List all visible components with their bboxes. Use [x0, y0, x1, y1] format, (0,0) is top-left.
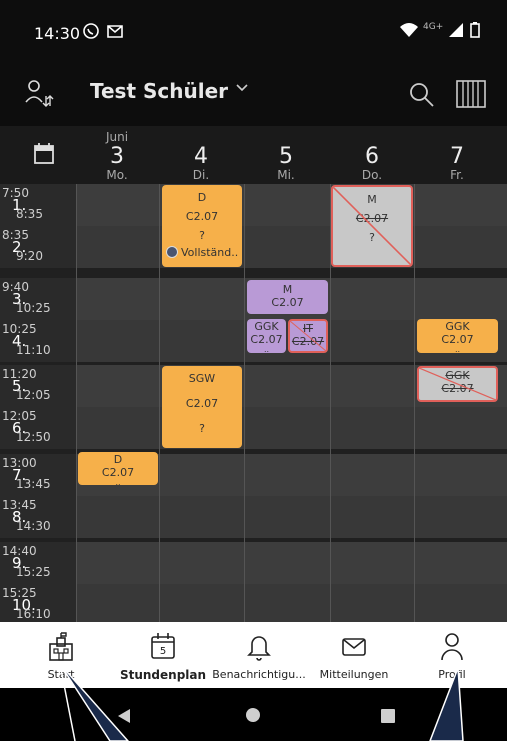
phone-screen: 14:30 4G+ Test Schüler Juni 3 Mo. 4 Di. … [0, 0, 507, 741]
annotation-arrows [59, 663, 464, 741]
